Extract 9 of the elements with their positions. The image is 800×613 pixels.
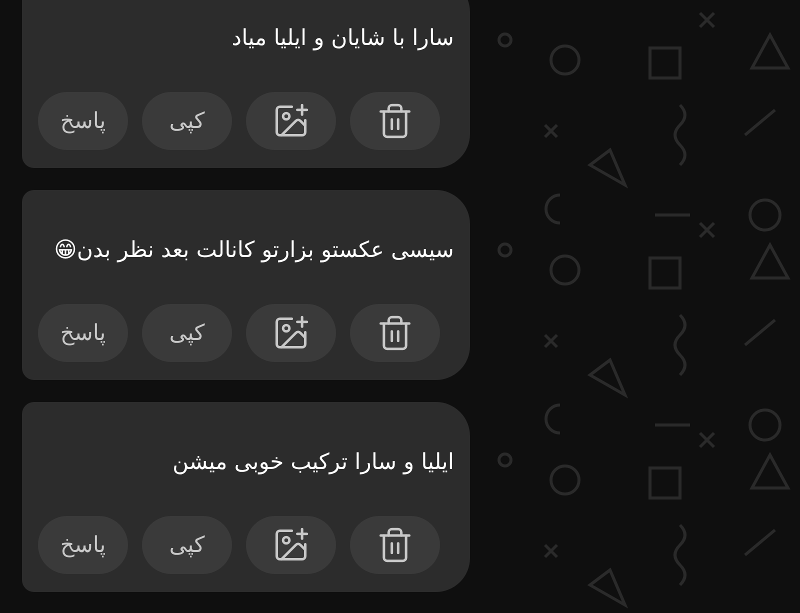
- copy-button[interactable]: کپی: [142, 516, 232, 574]
- copy-button[interactable]: کپی: [142, 92, 232, 150]
- message-text: سیسی عکستو بزارتو کانالت بعد نظر بدن😁: [54, 237, 454, 265]
- reply-button[interactable]: پاسخ: [38, 92, 128, 150]
- reply-button[interactable]: پاسخ: [38, 516, 128, 574]
- reply-button[interactable]: پاسخ: [38, 304, 128, 362]
- message-text: سارا با شایان و ایلیا میاد: [232, 25, 454, 53]
- copy-button[interactable]: کپی: [142, 304, 232, 362]
- message-text: ایلیا و سارا ترکیب خوبی میشن: [172, 449, 454, 477]
